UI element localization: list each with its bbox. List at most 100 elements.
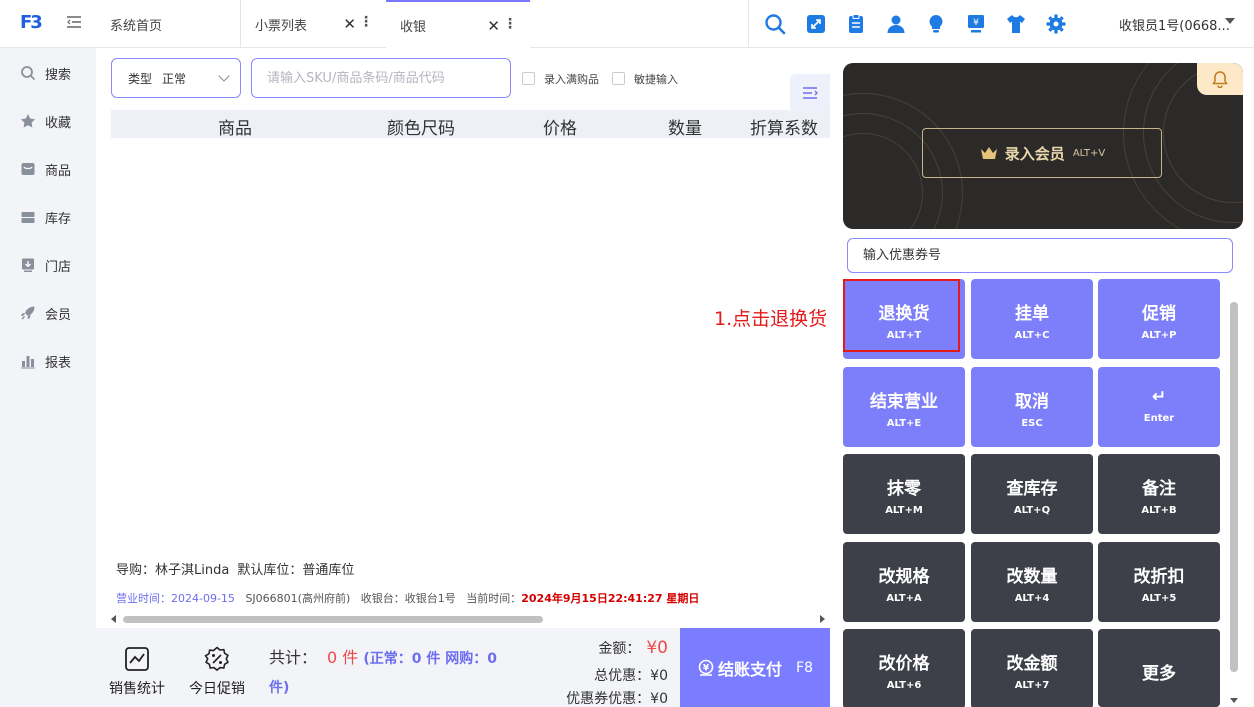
user-icon[interactable] [885,13,907,35]
sidebar-item-label: 报表 [45,355,72,371]
more-vertical-icon[interactable]: ⋮ [359,14,373,30]
sidebar-item-report[interactable]: 报表 [20,351,71,371]
total-count-value: 0 件 [327,648,359,667]
end-business-button[interactable]: 结束营业 ALT+E [843,367,965,447]
sidebar-item-goods[interactable]: 商品 [20,159,71,179]
total-count: 共计： 0 件 (正常：0 件 网购：0 [269,644,497,668]
remark-button[interactable]: 备注 ALT+B [1098,454,1220,534]
change-quantity-button[interactable]: 改数量 ALT+4 [971,542,1093,622]
tab-cashier[interactable]: 收银 ✕ ⋮ [386,0,530,48]
crown-icon [980,147,997,159]
scroll-down-icon[interactable] [1230,698,1238,703]
today-promo-button[interactable]: 今日促销 [185,646,249,698]
tab-home[interactable]: 系统首页 [96,0,241,48]
change-amount-button[interactable]: 改金额 ALT+7 [971,629,1093,707]
button-label: 查库存 [1006,479,1058,499]
checkout-button[interactable]: ¥ 结账支付 F8 [680,628,830,707]
close-icon[interactable]: ✕ [343,15,356,33]
total-detail-end: 件) [269,680,290,696]
cashier-icon[interactable]: ¥ [965,13,987,35]
svg-text:¥: ¥ [973,18,979,28]
fullscreen-icon[interactable] [805,13,827,35]
more-vertical-icon[interactable]: ⋮ [503,16,517,32]
business-time-label: 营业时间： [116,592,171,605]
button-hotkey: Enter [1143,413,1175,424]
bell-icon [1212,71,1228,88]
gear-icon[interactable] [1045,13,1067,35]
scroll-left-icon[interactable] [111,615,116,623]
change-price-button[interactable]: 改价格 ALT+6 [843,629,965,707]
sales-stats-label: 销售统计 [109,681,165,697]
scrollbar-thumb[interactable] [123,616,543,623]
column-header: 数量 [668,119,702,139]
scroll-right-icon[interactable] [820,615,825,623]
coupon-discount-label: 优惠券优惠： [566,691,651,707]
button-hotkey: ESC [1021,418,1043,429]
close-icon[interactable]: ✕ [487,17,500,35]
change-spec-button[interactable]: 改规格 ALT+A [843,542,965,622]
horizontal-scrollbar[interactable] [111,613,825,625]
goods-table-header: 商品 颜色尺码 价格 数量 折算系数 [111,110,830,139]
business-time: 2024-09-15 [171,592,235,605]
column-header: 颜色尺码 [387,119,455,139]
lightbulb-icon[interactable] [925,13,947,35]
sidebar-item-member[interactable]: 会员 [20,303,71,323]
sidebar-item-favorites[interactable]: 收藏 [20,111,71,131]
button-label: 备注 [1142,479,1176,499]
button-hotkey: ALT+C [1014,330,1050,341]
button-label: 更多 [1142,664,1176,684]
type-select[interactable]: 类型 正常 [111,58,241,98]
session-info: 营业时间：2024-09-15 SJ066801(高州府前) 收银台：收银台1号… [116,590,699,606]
search-icon[interactable] [764,13,786,35]
clipboard-icon[interactable] [845,13,867,35]
sidebar-item-store[interactable]: 门店 [20,255,71,275]
sidebar-item-label: 收藏 [45,115,72,131]
notification-button[interactable] [1197,63,1243,95]
shirt-icon[interactable] [1005,13,1027,35]
payment-icon: ¥ [698,659,714,676]
enter-member-hotkey: ALT+V [1072,147,1106,159]
enter-button[interactable]: ↵ Enter [1098,367,1220,447]
rocket-icon [21,306,35,320]
enter-member-label: 录入会员 [1004,144,1065,163]
button-label: 改金额 [1006,654,1058,674]
more-button[interactable]: 更多 [1098,629,1220,707]
guide-info: 导购：林子淇Linda 默认库位：普通库位 [116,559,354,578]
scrollbar-thumb[interactable] [1230,302,1238,672]
full-gift-checkbox[interactable] [522,72,535,85]
type-select-label: 类型 [128,71,153,86]
trend-chart-icon [125,647,149,671]
sales-stats-button[interactable]: 销售统计 [105,646,169,698]
coupon-input[interactable] [847,238,1233,273]
change-discount-button[interactable]: 改折扣 ALT+5 [1098,542,1220,622]
promotion-button[interactable]: 促销 ALT+P [1098,279,1220,359]
sku-input[interactable] [251,58,511,98]
amount-row: 金额： ¥0 [598,638,668,658]
sidebar-item-inventory[interactable]: 库存 [20,207,71,227]
cancel-button[interactable]: 取消 ESC [971,367,1093,447]
sidebar-item-label: 门店 [45,259,72,275]
discount-label: 总优惠： [594,668,651,684]
type-select-value: 正常 [162,71,187,86]
enter-icon: ↵ [1151,387,1167,407]
current-user[interactable]: 收银员1号(0668... [1119,15,1230,34]
chevron-down-icon[interactable] [1225,18,1235,24]
report-icon [21,356,35,369]
round-off-button[interactable]: 抹零 ALT+M [843,454,965,534]
list-indent-icon [803,87,818,99]
top-bar: F3 系统首页 小票列表 ✕ ⋮ 收银 ✕ ⋮ ¥ 收银员1号(0668... [0,0,1254,48]
menu-collapse-icon[interactable] [66,14,82,30]
promotion-badge-icon [204,646,229,672]
enter-member-button[interactable]: 录入会员 ALT+V [922,128,1162,178]
vertical-scrollbar[interactable] [1227,282,1241,707]
hold-order-button[interactable]: 挂单 ALT+C [971,279,1093,359]
sidebar-item-search[interactable]: 搜索 [20,63,71,83]
panel-toggle-button[interactable] [790,74,830,112]
check-inventory-button[interactable]: 查库存 ALT+Q [971,454,1093,534]
checkout-label: 结账支付 [718,659,783,679]
chevron-down-icon [218,70,230,82]
quick-input-checkbox[interactable] [612,72,625,85]
sidebar-item-label: 商品 [45,163,72,179]
tab-receipt-list[interactable]: 小票列表 ✕ ⋮ [241,0,386,48]
current-time-label: 当前时间： [466,592,522,605]
